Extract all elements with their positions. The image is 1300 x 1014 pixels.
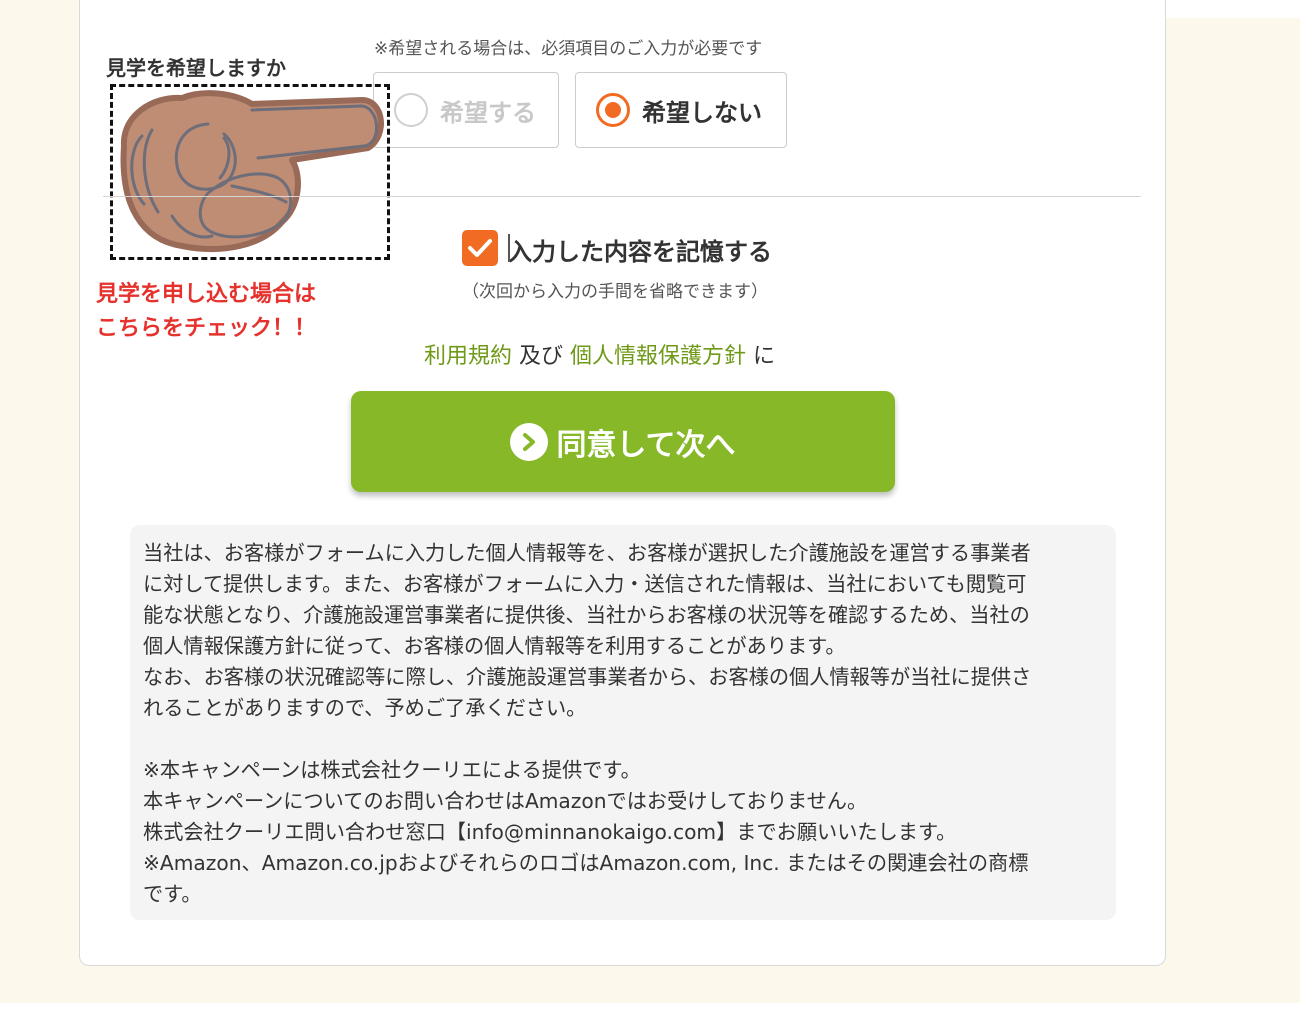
terms-agreement-line: 利用規約 及び 個人情報保護方針 に — [424, 338, 775, 370]
terms-of-use-link[interactable]: 利用規約 — [424, 344, 512, 369]
visit-callout-annotation: 見学を申し込む場合は こちらをチェック！！ — [96, 278, 316, 346]
highlight-dashed-frame — [110, 84, 390, 260]
agree-next-button[interactable]: 同意して次へ — [351, 391, 895, 492]
section-divider — [103, 196, 1141, 197]
visit-question-label: 見学を希望しますか — [106, 56, 286, 80]
notice-line: 株式会社クーリエ問い合わせ窓口【info@minnanokaigo.com】まで… — [143, 820, 957, 844]
notice-line: です。 — [143, 882, 202, 906]
page-footer-strip — [0, 1003, 1300, 1014]
callout-line-2: こちらをチェック！！ — [96, 316, 317, 341]
visit-option-yes[interactable]: 希望する — [373, 72, 559, 148]
notice-line: ※本キャンペーンは株式会社クーリエによる提供です。 — [143, 758, 641, 782]
terms-and-text: 及び — [519, 344, 564, 369]
remember-checkbox[interactable] — [462, 230, 498, 266]
notice-line: に対して提供します。また、お客様がフォームに入力・送信された情報は、当社において… — [143, 572, 1027, 596]
notice-line: 個人情報保護方針に従って、お客様の個人情報等を利用することがあります。 — [143, 634, 846, 658]
checkmark-icon — [468, 239, 492, 257]
terms-suffix-text: に — [753, 344, 776, 369]
remember-label[interactable]: 入力した内容を記憶する — [508, 232, 772, 267]
visit-option-yes-label: 希望する — [440, 98, 536, 127]
notice-line: 本キャンペーンについてのお問い合わせはAmazonではお受けしておりません。 — [143, 789, 868, 813]
notice-line: 能な状態となり、介護施設運営事業者に提供後、当社からお客様の状況等を確認するため… — [143, 603, 1030, 627]
chevron-right-icon — [510, 422, 549, 461]
notice-line: れることがありますので、予めご了承ください。 — [143, 696, 587, 720]
radio-unselected-icon[interactable] — [394, 93, 428, 127]
visit-option-no-label: 希望しない — [642, 98, 762, 127]
notice-spacer — [143, 724, 1104, 755]
agree-next-button-label: 同意して次へ — [556, 427, 736, 463]
notice-line: 当社は、お客様がフォームに入力した個人情報等を、お客様が選択した介護施設を運営す… — [143, 541, 1031, 565]
visit-required-note: ※希望される場合は、必須項目のご入力が必要です — [374, 39, 763, 59]
visit-option-no[interactable]: 希望しない — [575, 72, 787, 148]
page-background — [1166, 18, 1300, 1014]
radio-selected-icon[interactable] — [596, 93, 630, 127]
notice-line: ※Amazon、Amazon.co.jpおよびそれらのロゴはAmazon.com… — [143, 851, 1029, 875]
callout-line-1: 見学を申し込む場合は — [96, 282, 317, 307]
privacy-policy-link[interactable]: 個人情報保護方針 — [570, 344, 746, 369]
page-background-top — [1166, 0, 1300, 18]
remember-subtext: （次回から入力の手間を省略できます） — [462, 282, 768, 302]
privacy-notice-box: 当社は、お客様がフォームに入力した個人情報等を、お客様が選択した介護施設を運営す… — [130, 525, 1116, 920]
notice-line: なお、お客様の状況確認等に際し、介護施設運営事業者から、お客様の個人情報等が当社… — [143, 665, 1032, 689]
